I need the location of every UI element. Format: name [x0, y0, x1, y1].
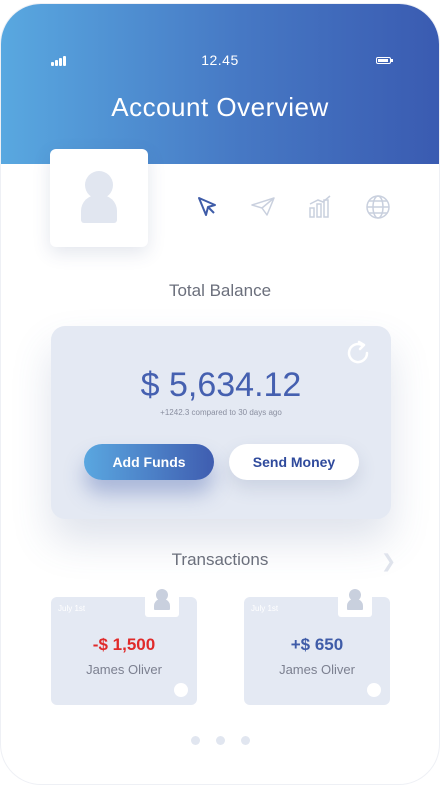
phone-screen: 12.45 Account Overview Total Balance $ 5…: [1, 4, 439, 784]
page-title: Account Overview: [111, 92, 329, 122]
status-dot: [174, 683, 188, 697]
balance-card: $ 5,634.12 +1242.3 compared to 30 days a…: [51, 326, 391, 519]
status-time: 12.45: [201, 52, 239, 68]
transaction-card[interactable]: July 1st -$ 1,500 James Oliver: [51, 583, 197, 705]
balance-amount: $ 5,634.12: [140, 366, 302, 404]
paper-plane-icon[interactable]: [250, 194, 276, 220]
user-avatar-icon: [145, 583, 179, 617]
pagination-dots: [1, 732, 439, 750]
bar-chart-icon[interactable]: [307, 194, 333, 220]
balance-change-note: +1242.3 compared to 30 days ago: [160, 408, 282, 417]
transaction-name: James Oliver: [279, 662, 355, 677]
transaction-date: July 1st: [251, 604, 279, 613]
profile-avatar[interactable]: [50, 149, 148, 247]
battery-icon: [376, 57, 393, 64]
globe-icon[interactable]: [365, 194, 391, 220]
total-balance-label: Total Balance: [168, 281, 272, 300]
status-dot: [367, 683, 381, 697]
page-dot[interactable]: [190, 736, 200, 745]
status-bar: 12.45: [1, 52, 439, 70]
send-money-button[interactable]: Send Money: [229, 444, 359, 480]
transaction-date: July 1st: [58, 604, 86, 613]
chevron-right-icon[interactable]: ❯: [381, 551, 396, 572]
transaction-amount: +$ 650: [290, 635, 344, 654]
cursor-icon[interactable]: [194, 194, 220, 220]
refresh-icon[interactable]: [343, 338, 373, 368]
user-avatar-icon: [338, 583, 372, 617]
transaction-amount: -$ 1,500: [92, 635, 156, 654]
page-dot[interactable]: [240, 736, 250, 745]
page-dot[interactable]: [215, 736, 225, 745]
transactions-label: Transactions: [171, 550, 269, 569]
header: 12.45 Account Overview: [1, 4, 439, 164]
add-funds-button[interactable]: Add Funds: [84, 444, 214, 480]
transaction-name: James Oliver: [86, 662, 162, 677]
transaction-card[interactable]: July 1st +$ 650 James Oliver: [244, 583, 390, 705]
